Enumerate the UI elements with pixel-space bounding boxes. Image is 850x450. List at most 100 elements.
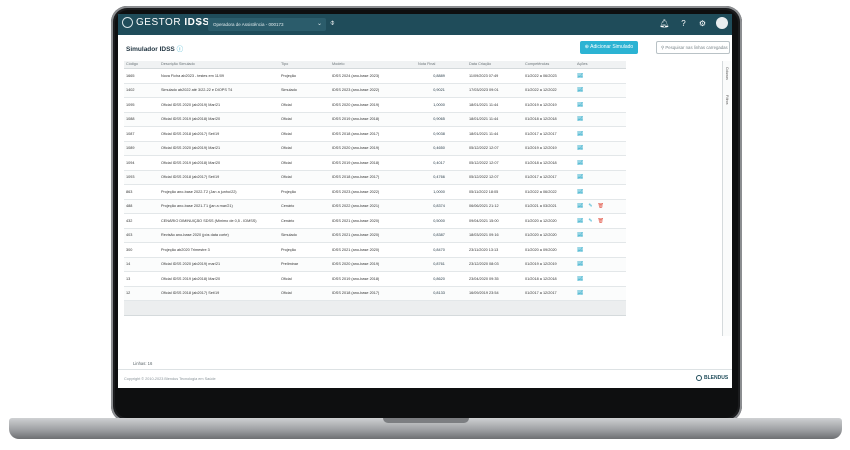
table-empty-row <box>124 301 626 316</box>
table-row[interactable]: 1089 Oficial IDSS 2020 (ab2019) Mar/21 Ofi… <box>124 141 626 156</box>
table-row[interactable]: 300 Projeção ab2020 Trimestre 3 Projeção ID… <box>124 243 626 258</box>
cell-descricao: Projeção ano-base 2022-T2 (Jan a junho/2… <box>161 189 237 194</box>
chart-icon[interactable]: 📈︎ <box>577 102 583 108</box>
cell-codigo: 1089 <box>126 146 135 151</box>
table-row[interactable]: 403 Revisão ano-base 2020 (pós data corte… <box>124 228 626 243</box>
actions-cell: 📈︎ <box>575 232 626 238</box>
settings-icon[interactable]: ⚙︎ <box>697 18 708 29</box>
cell-comp: 01/2018 a 12/2018 <box>525 160 557 165</box>
score-cell: 0,4017 <box>416 161 467 165</box>
chart-icon[interactable]: 📈︎ <box>577 232 583 238</box>
cell-data: 05/12/2022 12:07 <box>469 146 499 151</box>
avatar[interactable] <box>716 17 728 29</box>
table-row[interactable]: 432 CENÁRIO DIMINUIÇÃO SDSS (Mínimo de 0,… <box>124 214 626 229</box>
org-select-value: Operadora de Assistência - 000173 <box>213 22 284 27</box>
chart-icon[interactable]: 📈︎ <box>577 116 583 122</box>
table-row[interactable]: 1088 Oficial IDSS 2019 (ab2018) Mar/20 Ofi… <box>124 112 626 127</box>
table-row[interactable]: 1093 Oficial IDSS 2018 (ab2017) Set/19 Ofi… <box>124 170 626 185</box>
column-header[interactable]: Nota Final <box>416 61 467 68</box>
edit-icon[interactable]: ✎ <box>588 203 592 209</box>
help-icon[interactable]: ? <box>678 18 689 29</box>
chevron-down-icon: ⌄ <box>316 21 322 27</box>
score-value: 0,4017 <box>433 160 445 165</box>
column-header[interactable]: Data Criação <box>467 61 523 68</box>
table-row[interactable]: 1665 Nova Ficha ab2023 - testes em 11/09 P… <box>124 69 626 84</box>
table-row[interactable]: 1094 Oficial IDSS 2019 (ab2018) Mar/20 Ofi… <box>124 156 626 171</box>
column-header[interactable]: Modelo <box>330 61 416 68</box>
app-logo[interactable]: GESTOR IDSS <box>122 17 210 28</box>
cell-modelo: IDSS 2019 (ano-base 2018) <box>332 160 380 165</box>
chart-icon[interactable]: 📈︎ <box>577 247 583 253</box>
column-header[interactable]: Tipo <box>279 61 330 68</box>
cell-modelo: IDSS 2021 (ano-base 2020) <box>332 218 380 223</box>
table-header: Código Descrição Simulado Tipo Modelo Nota F… <box>124 61 626 69</box>
table-row[interactable]: 14 Oficial IDSS 2020 (ab2019) mar/21 Preli… <box>124 257 626 272</box>
cell-modelo: IDSS 2020 (ano-base 2019) <box>332 146 380 151</box>
actions-cell: 📈︎ <box>575 102 626 108</box>
cell-descricao: Oficial IDSS 2018 (ab2017) Set/19 <box>161 291 220 296</box>
cell-data: 18/03/2021 09:16 <box>469 233 499 238</box>
column-header[interactable]: Código <box>124 61 159 68</box>
table-row[interactable]: 1095 Oficial IDSS 2020 (ab2019) Mar/21 Ofi… <box>124 98 626 113</box>
cell-codigo: 488 <box>126 204 133 209</box>
score-cell: 0,5000 <box>416 219 467 223</box>
table-row[interactable]: 1087 Oficial IDSS 2018 (ab2017) Set/19 Ofi… <box>124 127 626 142</box>
chart-icon[interactable]: 📈︎ <box>577 87 583 93</box>
column-header[interactable]: Descrição Simulado <box>159 61 279 68</box>
cell-tipo: Cenário <box>281 204 295 209</box>
cell-data: 05/11/2022 18:05 <box>469 189 499 194</box>
app-screen: GESTOR IDSS › Operadora de Assistência -… <box>118 14 732 388</box>
delete-icon[interactable]: 🗑︎ <box>598 218 604 224</box>
column-header[interactable]: Competências <box>523 61 575 68</box>
cell-codigo: 1665 <box>126 73 135 78</box>
actions-cell: 📈︎ ✎ 🗑︎ <box>575 218 626 224</box>
table-row[interactable]: 1402 Simulado ab2022 até 3/22-22 e DIOPS … <box>124 83 626 98</box>
cell-codigo: 1094 <box>126 160 135 165</box>
table-row[interactable]: 863 Projeção ano-base 2022-T2 (Jan a junh… <box>124 185 626 200</box>
pin-icon[interactable]: ⌽ <box>330 18 335 28</box>
cell-descricao: Revisão ano-base 2020 (pós data corte) <box>161 233 229 238</box>
cell-descricao: Oficial IDSS 2020 (ab2019) mar/21 <box>161 262 221 267</box>
chart-icon[interactable]: 📈︎ <box>577 261 583 267</box>
cell-comp: 01/2019 a 12/2019 <box>525 262 557 267</box>
info-icon[interactable]: ⓘ <box>177 46 184 53</box>
columns-panel-tab[interactable]: Colunas <box>725 67 729 80</box>
simulations-table: Código Descrição Simulado Tipo Modelo Nota F… <box>124 61 626 316</box>
bell-icon[interactable]: 🔔︎ <box>659 18 670 29</box>
table-row[interactable]: 13 Oficial IDSS 2019 (ab2018) Mar/20 Ofici… <box>124 272 626 287</box>
cell-codigo: 432 <box>126 218 133 223</box>
score-value: 0,9065 <box>433 117 445 122</box>
chart-icon[interactable]: 📈︎ <box>577 218 583 224</box>
cell-tipo: Preliminar <box>281 262 299 267</box>
cell-codigo: 14 <box>126 262 131 267</box>
cell-tipo: Oficial <box>281 131 292 136</box>
chart-icon[interactable]: 📈︎ <box>577 160 583 166</box>
score-value: 0,4766 <box>433 175 445 180</box>
score-value: 0,5000 <box>433 218 445 223</box>
chart-icon[interactable]: 📈︎ <box>577 203 583 209</box>
chart-icon[interactable]: 📈︎ <box>577 290 583 296</box>
filters-panel-tab[interactable]: Filtros <box>725 95 729 105</box>
delete-icon[interactable]: 🗑︎ <box>598 203 604 209</box>
cell-comp: 01/2019 a 12/2019 <box>525 146 557 151</box>
chart-icon[interactable]: 📈︎ <box>577 174 583 180</box>
table-row[interactable]: 12 Oficial IDSS 2018 (ab2017) Set/19 Ofici… <box>124 286 626 301</box>
table-row[interactable]: 488 Projeção ano-base 2021-T1 (jan a mar/… <box>124 199 626 214</box>
score-cell: 0,9038 <box>416 132 467 136</box>
actions-cell: 📈︎ <box>575 131 626 137</box>
edit-icon[interactable]: ✎ <box>588 218 592 224</box>
cell-descricao: Simulado ab2022 até 3/22-22 e DIOPS T4 <box>161 88 233 93</box>
actions-cell: 📈︎ <box>575 174 626 180</box>
chart-icon[interactable]: 📈︎ <box>577 145 583 151</box>
cell-tipo: Oficial <box>281 102 292 107</box>
org-select[interactable]: Operadora de Assistência - 000173 ⌄ <box>208 18 326 31</box>
add-simulation-button[interactable]: ⊕ Adicionar Simulado <box>580 41 638 54</box>
chart-icon[interactable]: 📈︎ <box>577 189 583 195</box>
chart-icon[interactable]: 📈︎ <box>577 276 583 282</box>
chart-icon[interactable]: 📈︎ <box>577 73 583 79</box>
column-header[interactable]: Ações <box>575 61 626 68</box>
chart-icon[interactable]: 📈︎ <box>577 131 583 137</box>
search-input[interactable]: ⚲ Pesquisar nas linhas carregadas <box>656 41 730 54</box>
score-cell: 0,8889 <box>416 74 467 78</box>
cell-data: 09/04/2021 15:00 <box>469 218 499 223</box>
